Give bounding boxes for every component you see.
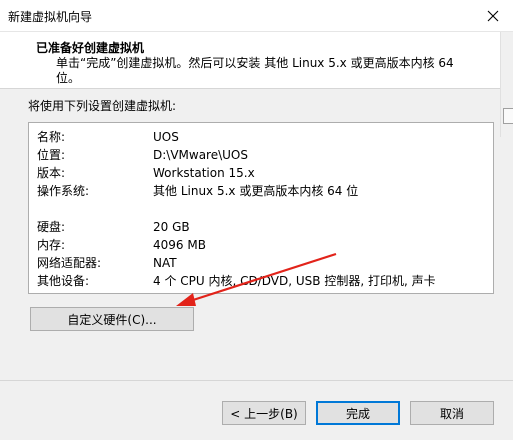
setting-key: 硬盘: — [37, 220, 66, 234]
wizard-header: 已准备好创建虚拟机 单击“完成”创建虚拟机。然后可以安装 其他 Linux 5.… — [0, 32, 513, 89]
setting-key: 操作系统: — [37, 184, 90, 198]
footer-divider — [0, 380, 513, 381]
title-bar: 新建虚拟机向导 — [0, 0, 513, 32]
close-icon — [487, 10, 499, 21]
page-title: 已准备好创建虚拟机 — [36, 41, 145, 55]
settings-intro-label: 将使用下列设置创建虚拟机: — [28, 99, 177, 113]
setting-value: UOS — [153, 130, 179, 144]
close-button[interactable] — [473, 0, 513, 31]
setting-value: 4096 MB — [153, 238, 206, 252]
setting-value: 4 个 CPU 内核, CD/DVD, USB 控制器, 打印机, 声卡 — [153, 274, 436, 288]
setting-value: NAT — [153, 256, 177, 270]
setting-key: 内存: — [37, 238, 66, 252]
setting-value: D:\VMware\UOS — [153, 148, 248, 162]
setting-key: 版本: — [37, 166, 66, 180]
setting-value: Workstation 15.x — [153, 166, 255, 180]
back-button[interactable]: < 上一步(B) — [222, 401, 306, 425]
scrollbar[interactable] — [500, 32, 513, 137]
cancel-button[interactable]: 取消 — [410, 401, 494, 425]
setting-value: 20 GB — [153, 220, 190, 234]
setting-value: 其他 Linux 5.x 或更高版本内核 64 位 — [153, 184, 359, 198]
page-description: 单击“完成”创建虚拟机。然后可以安装 其他 Linux 5.x 或更高版本内核 … — [56, 56, 454, 85]
settings-summary-list: 名称: UOS 位置: D:\VMware\UOS 版本: Workstatio… — [28, 122, 494, 294]
scrollbar-thumb[interactable] — [503, 108, 513, 124]
setting-key: 名称: — [37, 130, 66, 144]
finish-button[interactable]: 完成 — [316, 401, 400, 425]
window-title: 新建虚拟机向导 — [8, 10, 93, 24]
customize-hardware-button[interactable]: 自定义硬件(C)... — [30, 307, 194, 331]
setting-key: 其他设备: — [37, 274, 90, 288]
setting-key: 位置: — [37, 148, 66, 162]
setting-key: 网络适配器: — [37, 256, 102, 270]
